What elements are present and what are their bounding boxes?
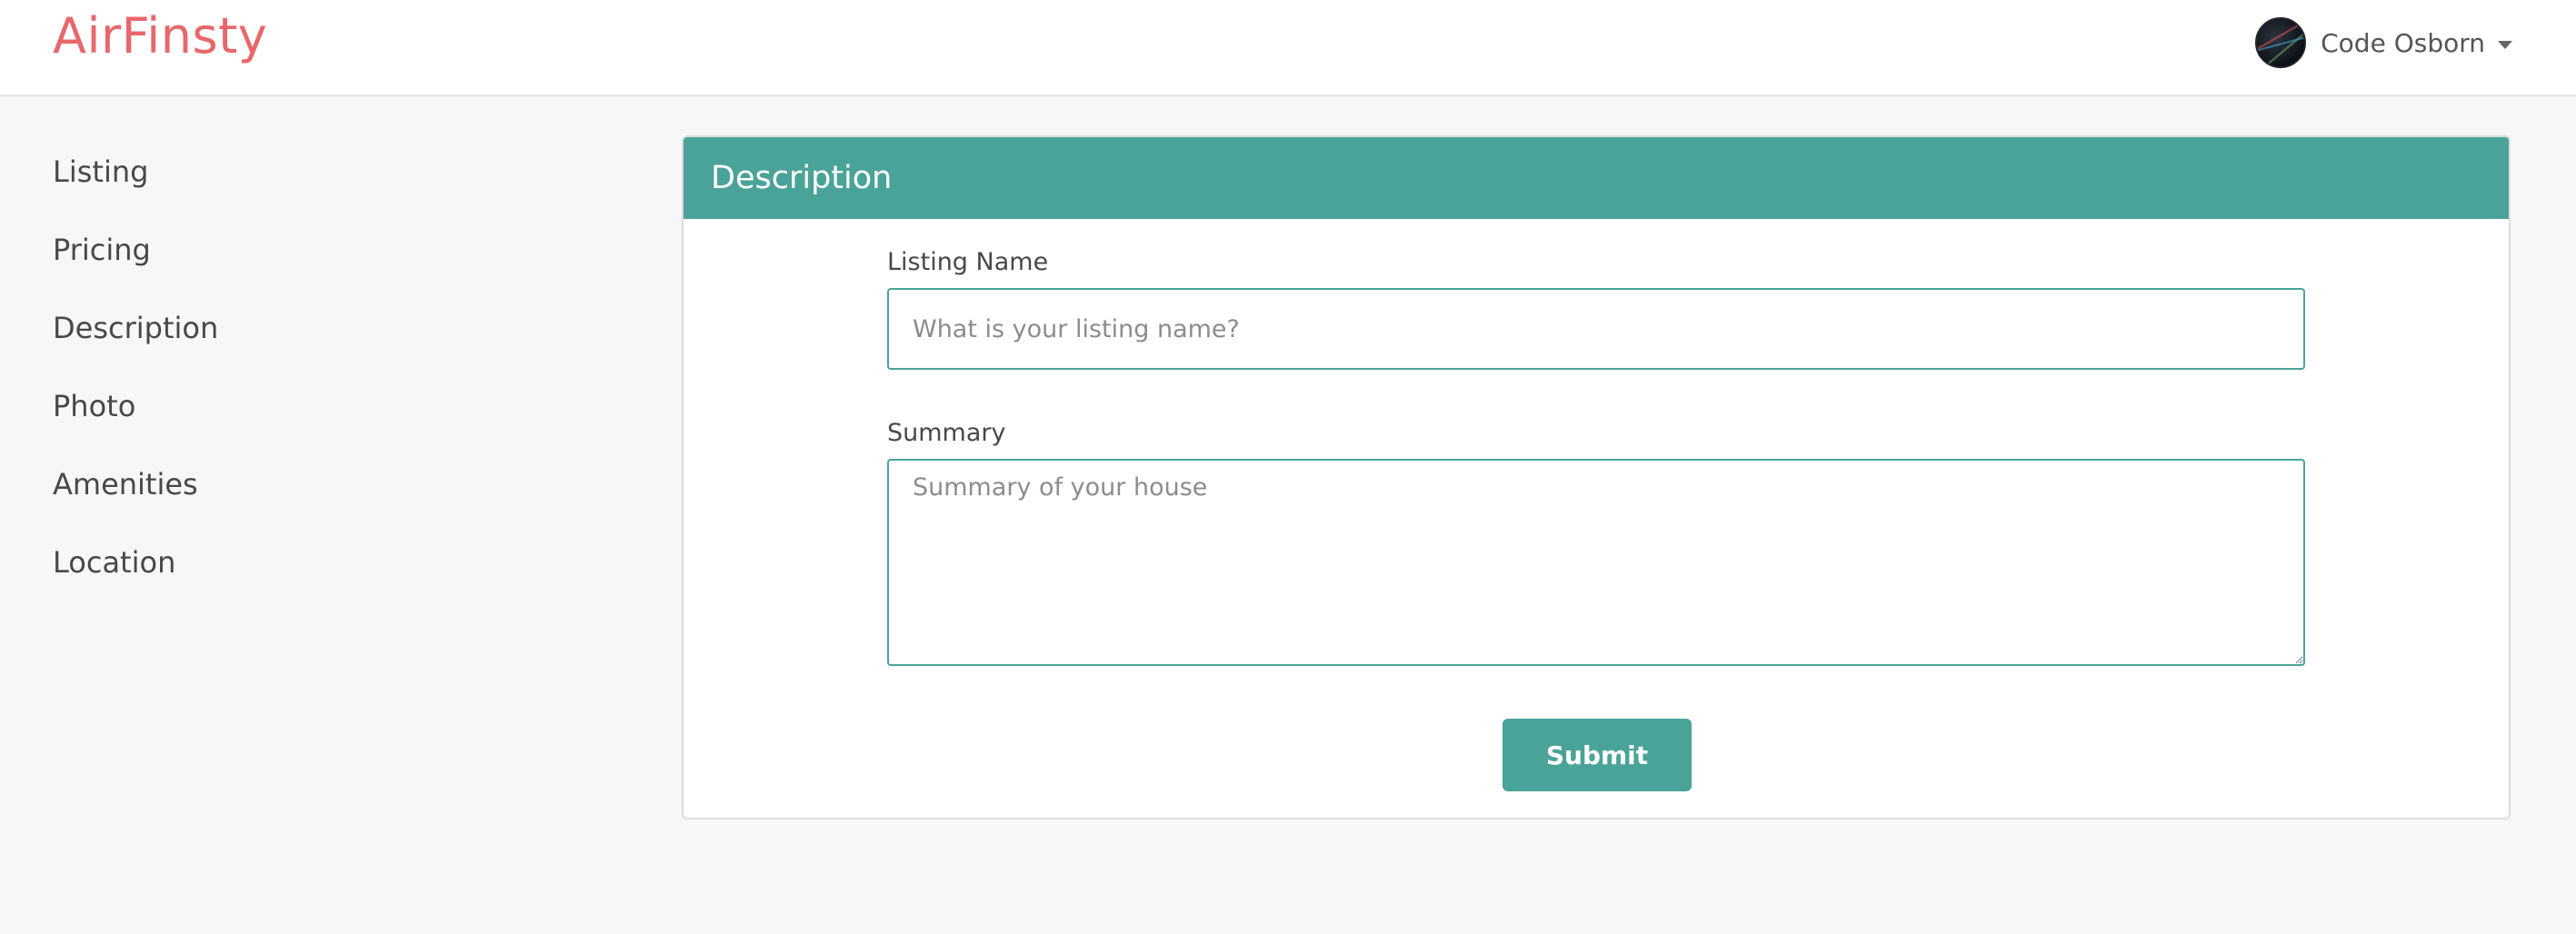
brand-logo[interactable]: AirFinsty (53, 4, 267, 69)
panel-title: Description (684, 137, 2509, 219)
sidebar-item-photo[interactable]: Photo (53, 383, 598, 462)
user-avatar[interactable] (2255, 17, 2307, 68)
top-navbar: AirFinsty Code Osborn (0, 0, 2576, 96)
sidebar-item-amenities[interactable]: Amenities (53, 462, 598, 540)
summary-label: Summary (887, 419, 1006, 447)
user-name[interactable]: Code Osborn (2321, 28, 2485, 58)
listing-name-label: Listing Name (887, 248, 1049, 276)
sidebar-item-description[interactable]: Description (53, 305, 598, 383)
submit-button[interactable]: Submit (1503, 719, 1692, 791)
sidebar-item-pricing[interactable]: Pricing (53, 227, 598, 305)
sidebar-item-listing[interactable]: Listing (53, 149, 598, 227)
description-panel: Description Listing Name Summary Submit (682, 135, 2511, 820)
listing-name-input[interactable] (887, 288, 2305, 370)
sidebar: Listing Pricing Description Photo Amenit… (53, 149, 598, 618)
description-form: Listing Name Summary (887, 246, 2305, 666)
sidebar-item-location[interactable]: Location (53, 540, 598, 618)
user-menu[interactable]: Code Osborn (2255, 16, 2512, 69)
summary-textarea[interactable] (887, 459, 2305, 666)
caret-down-icon[interactable] (2498, 40, 2512, 49)
